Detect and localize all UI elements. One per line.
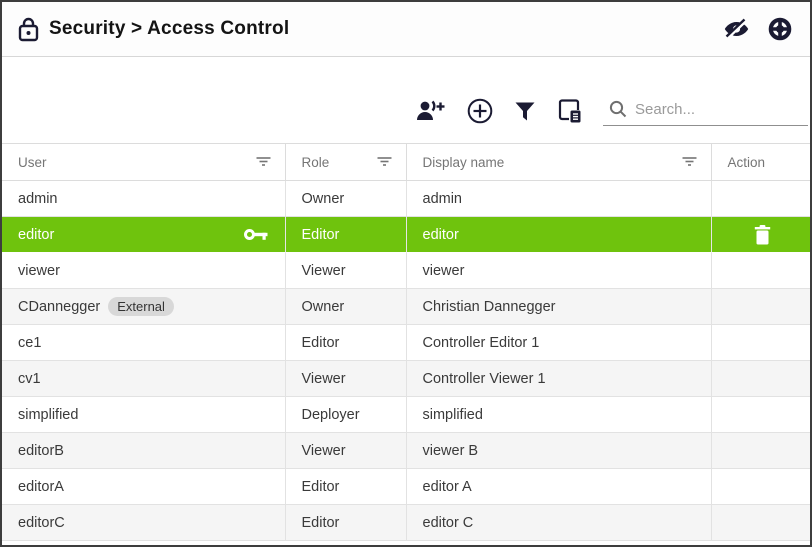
filter-funnel-icon[interactable]	[512, 98, 538, 124]
action-cell	[711, 433, 810, 469]
column-label: User	[18, 155, 47, 170]
column-header-display-name[interactable]: Display name	[406, 144, 711, 181]
table-row[interactable]: CDannegger External OwnerChristian Dannegg…	[2, 289, 810, 325]
action-cell	[711, 181, 810, 217]
user-cell: editorC	[2, 505, 285, 541]
action-cell	[711, 289, 810, 325]
role-cell: Viewer	[285, 253, 406, 289]
column-label: Role	[302, 155, 330, 170]
lock-icon	[18, 16, 39, 43]
search-icon	[609, 100, 627, 118]
toolbar	[2, 57, 810, 143]
table-row[interactable]: editorB Viewerviewer B	[2, 433, 810, 469]
user-name: CDannegger	[18, 299, 100, 315]
user-cell: ce1	[2, 325, 285, 361]
table-row[interactable]: editorA Editoreditor A	[2, 469, 810, 505]
action-cell	[711, 505, 810, 541]
user-cell: CDannegger External	[2, 289, 285, 325]
title-bar: Security > Access Control	[2, 2, 810, 57]
role-cell: Viewer	[285, 433, 406, 469]
external-badge: External	[108, 297, 174, 316]
display-name-cell: viewer	[406, 253, 711, 289]
user-cell: simplified	[2, 397, 285, 433]
user-name: ce1	[18, 335, 41, 351]
user-name: editorB	[18, 443, 64, 459]
user-name: viewer	[18, 263, 60, 279]
role-cell: Viewer	[285, 361, 406, 397]
page-title: Security > Access Control	[49, 18, 289, 40]
action-cell	[711, 397, 810, 433]
table-row[interactable]: viewerViewerviewer	[2, 253, 810, 289]
role-cell: Owner	[285, 289, 406, 325]
table-row[interactable]: simplifiedDeployersimplified	[2, 397, 810, 433]
column-label: Action	[728, 155, 766, 170]
table-header-row: User Role Display name Action	[2, 144, 810, 181]
table-row[interactable]: editorC Editoreditor C	[2, 505, 810, 541]
key-icon	[244, 228, 269, 241]
helm-wheel-icon[interactable]	[766, 15, 794, 43]
user-cell: editor	[2, 217, 285, 253]
report-icon[interactable]	[555, 96, 586, 127]
column-label: Display name	[423, 155, 505, 170]
column-header-user[interactable]: User	[2, 144, 285, 181]
action-cell	[711, 469, 810, 505]
display-name-cell: editor	[406, 217, 711, 253]
display-name-cell: editor A	[406, 469, 711, 505]
user-cell: viewer	[2, 253, 285, 289]
search-box	[603, 96, 808, 126]
user-cell: admin	[2, 181, 285, 217]
role-cell: Owner	[285, 181, 406, 217]
role-cell: Editor	[285, 217, 406, 253]
role-cell: Editor	[285, 505, 406, 541]
table-row[interactable]: cv1 ViewerController Viewer 1	[2, 361, 810, 397]
eye-off-icon[interactable]	[721, 16, 752, 42]
action-cell	[711, 361, 810, 397]
role-cell: Editor	[285, 469, 406, 505]
display-name-cell: editor C	[406, 505, 711, 541]
table-row[interactable]: adminOwneradmin	[2, 181, 810, 217]
add-user-icon[interactable]	[414, 96, 448, 126]
user-name: simplified	[18, 407, 78, 423]
user-cell: editorB	[2, 433, 285, 469]
user-name: admin	[18, 191, 58, 207]
access-control-table: User Role Display name Action	[2, 143, 810, 541]
table-body: adminOwneradmineditorEditoreditorviewerV…	[2, 181, 810, 541]
column-header-action: Action	[711, 144, 810, 181]
user-name: editor	[18, 227, 54, 243]
action-cell	[711, 325, 810, 361]
action-cell	[711, 253, 810, 289]
table-row[interactable]: editorEditoreditor	[2, 217, 810, 253]
column-filter-icon[interactable]	[377, 155, 392, 170]
display-name-cell: Controller Editor 1	[406, 325, 711, 361]
role-cell: Deployer	[285, 397, 406, 433]
role-cell: Editor	[285, 325, 406, 361]
user-name: cv1	[18, 371, 41, 387]
column-header-role[interactable]: Role	[285, 144, 406, 181]
add-circle-icon[interactable]	[465, 96, 495, 126]
display-name-cell: simplified	[406, 397, 711, 433]
display-name-cell: admin	[406, 181, 711, 217]
user-cell: cv1	[2, 361, 285, 397]
action-cell	[711, 217, 810, 253]
display-name-cell: viewer B	[406, 433, 711, 469]
user-cell: editorA	[2, 469, 285, 505]
table-row[interactable]: ce1 EditorController Editor 1	[2, 325, 810, 361]
display-name-cell: Christian Dannegger	[406, 289, 711, 325]
display-name-cell: Controller Viewer 1	[406, 361, 711, 397]
column-filter-icon[interactable]	[682, 155, 697, 170]
column-filter-icon[interactable]	[256, 155, 271, 170]
delete-user-icon[interactable]	[754, 225, 771, 245]
user-name: editorC	[18, 515, 65, 531]
search-input[interactable]	[635, 101, 806, 118]
user-name: editorA	[18, 479, 64, 495]
